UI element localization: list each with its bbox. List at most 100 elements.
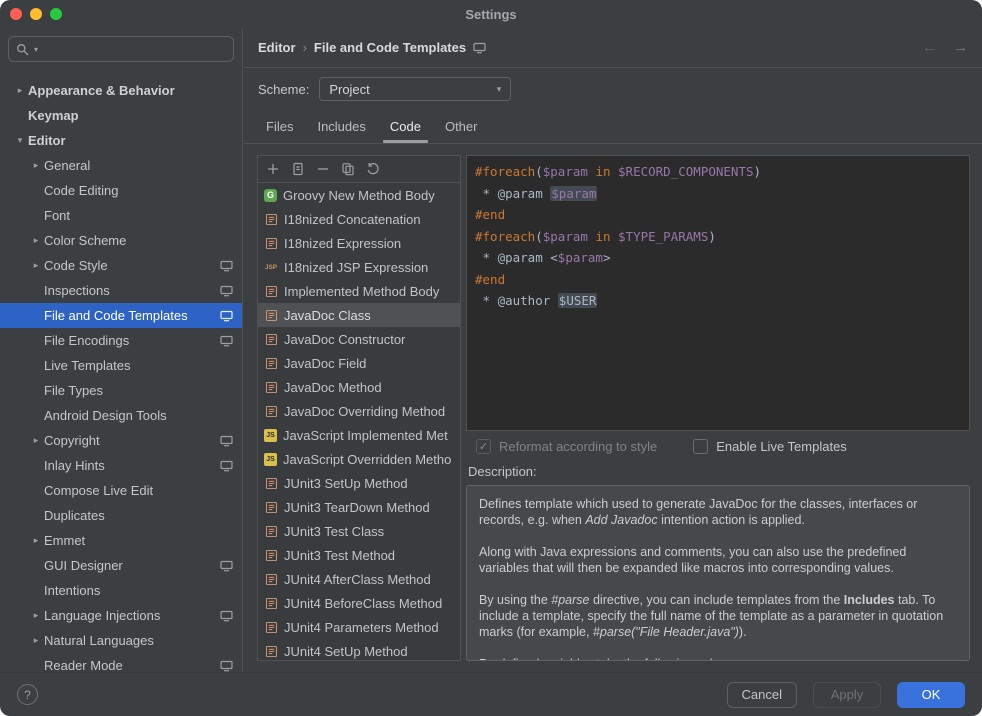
sidebar-item-intentions[interactable]: Intentions — [0, 578, 242, 603]
apply-button[interactable]: Apply — [813, 682, 881, 708]
template-javadoc-constructor[interactable]: JavaDoc Constructor — [258, 327, 460, 351]
template-junit4-parameters-method[interactable]: JUnit4 Parameters Method — [258, 615, 460, 639]
question-icon: ? — [24, 688, 31, 702]
template-javascript-implemented-met[interactable]: JSJavaScript Implemented Met — [258, 423, 460, 447]
sidebar-item-inspections[interactable]: Inspections — [0, 278, 242, 303]
sidebar-item-appearance-behavior[interactable]: ▸Appearance & Behavior — [0, 78, 242, 103]
sidebar-item-android-design-tools[interactable]: Android Design Tools — [0, 403, 242, 428]
sidebar-item-keymap[interactable]: Keymap — [0, 103, 242, 128]
tab-files[interactable]: Files — [254, 110, 305, 143]
tab-other[interactable]: Other — [433, 110, 490, 143]
forward-icon[interactable] — [953, 39, 968, 56]
js-icon: JS — [264, 453, 277, 466]
sidebar-item-compose-live-edit[interactable]: Compose Live Edit — [0, 478, 242, 503]
chevron-right-icon[interactable]: ▸ — [28, 160, 44, 171]
back-icon[interactable] — [922, 39, 937, 56]
template-i18nized-jsp-expression[interactable]: JSPI18nized JSP Expression — [258, 255, 460, 279]
template-junit3-test-method[interactable]: JUnit3 Test Method — [258, 543, 460, 567]
template-icon — [264, 284, 278, 298]
template-javadoc-class[interactable]: JavaDoc Class — [258, 303, 460, 327]
zoom-button[interactable] — [50, 8, 62, 20]
template-item-label: JavaDoc Method — [284, 380, 382, 395]
template-item-label: JUnit4 Parameters Method — [284, 620, 439, 635]
create-child-template-icon[interactable] — [290, 161, 306, 177]
scheme-select[interactable]: Project — [319, 77, 511, 101]
cancel-button[interactable]: Cancel — [727, 682, 797, 708]
description-paragraph: Defines template which used to generate … — [479, 496, 957, 528]
chevron-right-icon[interactable]: ▸ — [28, 535, 44, 546]
sidebar-item-label: File Types — [44, 383, 103, 398]
sidebar-item-label: Duplicates — [44, 508, 105, 523]
settings-tree: ▸Appearance & BehaviorKeymap▾Editor▸Gene… — [0, 70, 242, 672]
breadcrumb-page: File and Code Templates — [314, 40, 466, 55]
template-junit3-teardown-method[interactable]: JUnit3 TearDown Method — [258, 495, 460, 519]
add-template-icon[interactable] — [265, 161, 281, 177]
settings-search[interactable]: ▾ — [8, 36, 234, 62]
sidebar-item-gui-designer[interactable]: GUI Designer — [0, 553, 242, 578]
sidebar-item-code-editing[interactable]: Code Editing — [0, 178, 242, 203]
reformat-checkbox[interactable]: ✓ Reformat according to style — [476, 439, 657, 454]
live-templates-checkbox[interactable]: Enable Live Templates — [693, 439, 847, 454]
sidebar-item-editor[interactable]: ▾Editor — [0, 128, 242, 153]
sidebar-item-general[interactable]: ▸General — [0, 153, 242, 178]
template-i18nized-concatenation[interactable]: I18nized Concatenation — [258, 207, 460, 231]
template-editor[interactable]: #foreach($param in $RECORD_COMPONENTS) *… — [466, 155, 970, 431]
project-settings-icon — [220, 610, 233, 622]
sidebar-item-language-injections[interactable]: ▸Language Injections — [0, 603, 242, 628]
sidebar-item-duplicates[interactable]: Duplicates — [0, 503, 242, 528]
template-javadoc-method[interactable]: JavaDoc Method — [258, 375, 460, 399]
chevron-right-icon[interactable]: ▸ — [12, 85, 28, 96]
sidebar-item-code-style[interactable]: ▸Code Style — [0, 253, 242, 278]
template-i18nized-expression[interactable]: I18nized Expression — [258, 231, 460, 255]
close-button[interactable] — [10, 8, 22, 20]
description-label: Description: — [466, 461, 970, 485]
tab-includes[interactable]: Includes — [305, 110, 377, 143]
project-settings-icon — [220, 260, 233, 272]
copy-template-icon[interactable] — [340, 161, 356, 177]
breadcrumb-parent[interactable]: Editor — [258, 40, 296, 55]
template-junit4-beforeclass-method[interactable]: JUnit4 BeforeClass Method — [258, 591, 460, 615]
template-javadoc-overriding-method[interactable]: JavaDoc Overriding Method — [258, 399, 460, 423]
sidebar-item-copyright[interactable]: ▸Copyright — [0, 428, 242, 453]
template-junit3-setup-method[interactable]: JUnit3 SetUp Method — [258, 471, 460, 495]
tab-code[interactable]: Code — [378, 110, 433, 143]
sidebar-item-label: Inspections — [44, 283, 110, 298]
sidebar-item-reader-mode[interactable]: Reader Mode — [0, 653, 242, 672]
chevron-right-icon[interactable]: ▸ — [28, 235, 44, 246]
template-junit4-setup-method[interactable]: JUnit4 SetUp Method — [258, 639, 460, 660]
reset-to-default-icon[interactable] — [365, 161, 381, 177]
sidebar-item-color-scheme[interactable]: ▸Color Scheme — [0, 228, 242, 253]
template-junit3-test-class[interactable]: JUnit3 Test Class — [258, 519, 460, 543]
help-button[interactable]: ? — [17, 684, 38, 705]
chevron-right-icon[interactable]: ▸ — [28, 635, 44, 646]
sidebar-item-live-templates[interactable]: Live Templates — [0, 353, 242, 378]
description-paragraph: By using the #parse directive, you can i… — [479, 592, 957, 640]
sidebar-item-file-and-code-templates[interactable]: File and Code Templates — [0, 303, 242, 328]
template-javascript-overridden-metho[interactable]: JSJavaScript Overridden Metho — [258, 447, 460, 471]
chevron-right-icon[interactable]: ▸ — [28, 260, 44, 271]
template-javadoc-field[interactable]: JavaDoc Field — [258, 351, 460, 375]
ok-button[interactable]: OK — [897, 682, 965, 708]
sidebar-item-file-types[interactable]: File Types — [0, 378, 242, 403]
template-icon — [264, 500, 278, 514]
sidebar-item-font[interactable]: Font — [0, 203, 242, 228]
template-groovy-new-method-body[interactable]: GGroovy New Method Body — [258, 183, 460, 207]
sidebar-item-file-encodings[interactable]: File Encodings — [0, 328, 242, 353]
code-line: * @param <$param> — [475, 247, 961, 269]
sidebar-item-natural-languages[interactable]: ▸Natural Languages — [0, 628, 242, 653]
code-line: #foreach($param in $TYPE_PARAMS) — [475, 226, 961, 248]
template-junit4-afterclass-method[interactable]: JUnit4 AfterClass Method — [258, 567, 460, 591]
live-templates-label: Enable Live Templates — [716, 439, 847, 454]
chevron-right-icon[interactable]: ▸ — [28, 610, 44, 621]
sidebar-item-emmet[interactable]: ▸Emmet — [0, 528, 242, 553]
template-implemented-method-body[interactable]: Implemented Method Body — [258, 279, 460, 303]
minimize-button[interactable] — [30, 8, 42, 20]
remove-template-icon[interactable] — [315, 161, 331, 177]
chevron-right-icon[interactable]: ▸ — [28, 435, 44, 446]
search-input[interactable] — [43, 42, 226, 57]
checkbox-icon — [693, 439, 708, 454]
sidebar-item-inlay-hints[interactable]: Inlay Hints — [0, 453, 242, 478]
sidebar-item-label: Appearance & Behavior — [28, 83, 175, 98]
chevron-down-icon[interactable]: ▾ — [12, 135, 28, 146]
template-list: GGroovy New Method BodyI18nized Concaten… — [258, 183, 460, 660]
